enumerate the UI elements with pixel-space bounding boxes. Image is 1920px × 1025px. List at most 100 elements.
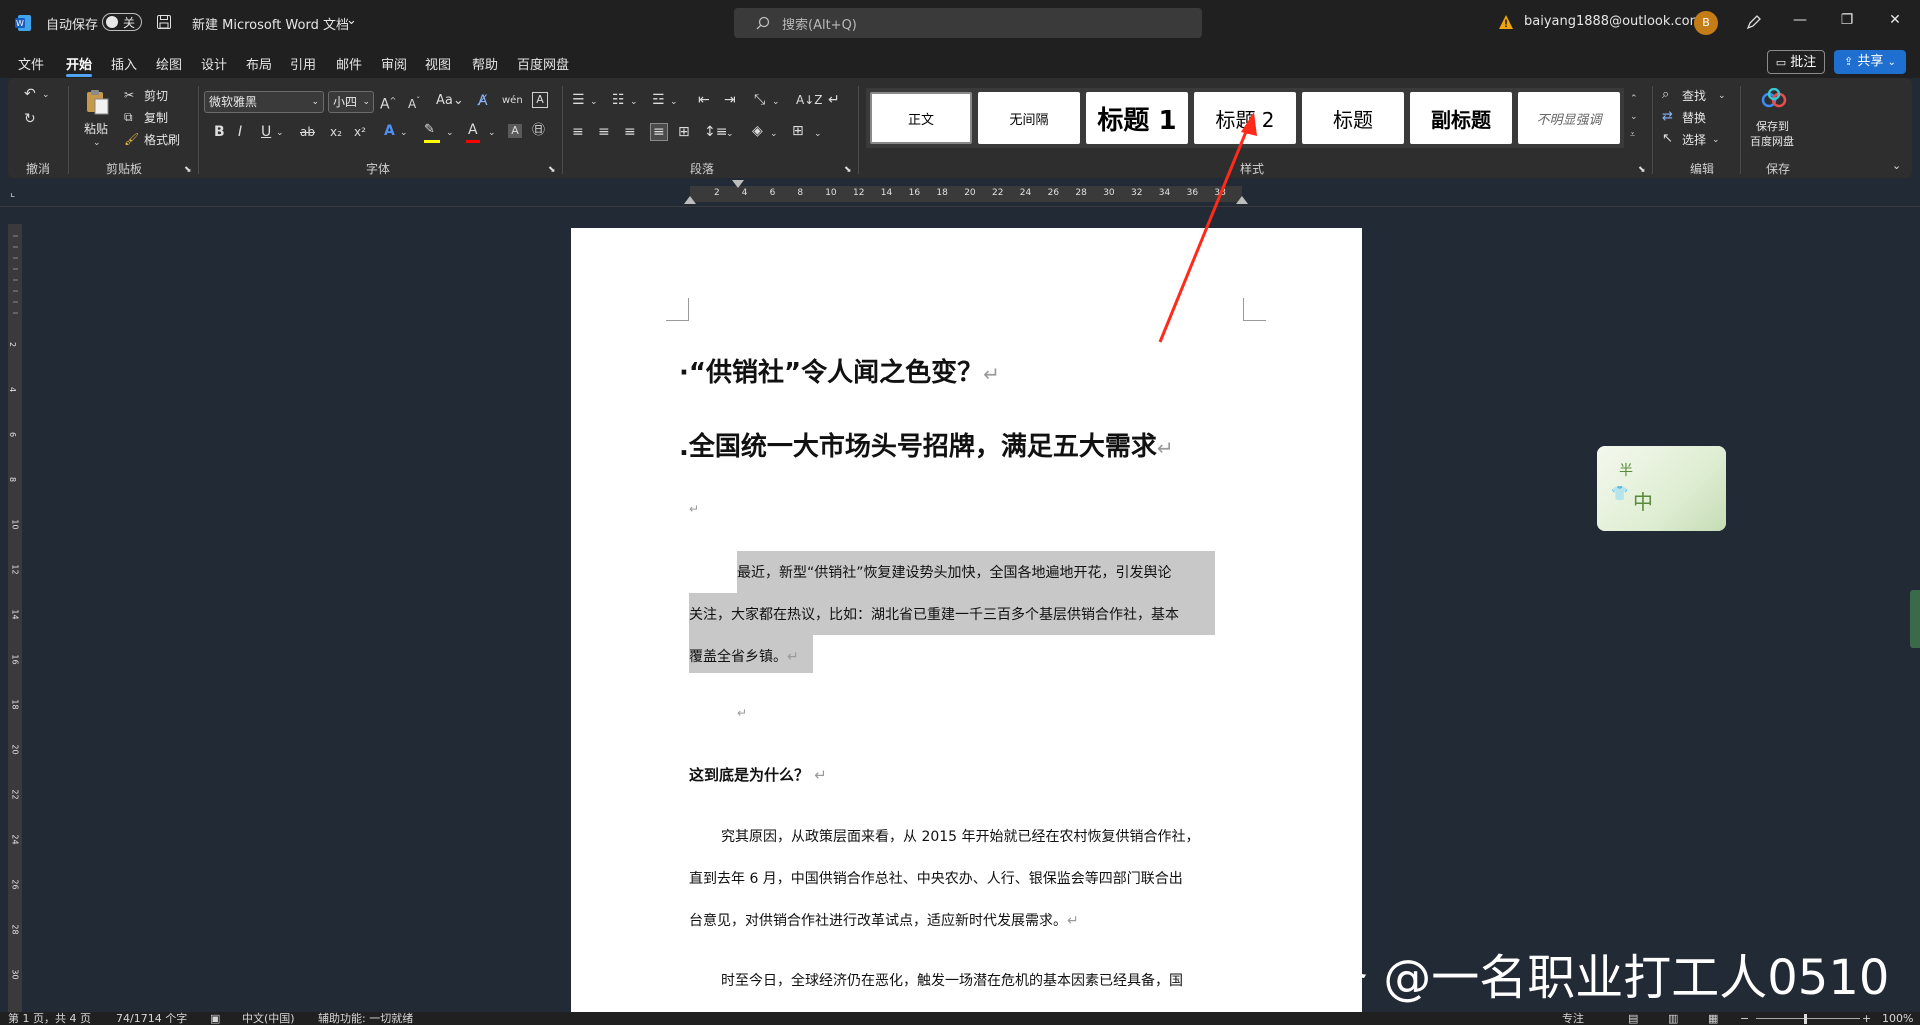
accessibility-status[interactable]: 辅助功能: 一切就绪: [318, 1012, 413, 1025]
distributed-icon[interactable]: ⊞: [678, 124, 690, 140]
strikethrough-icon[interactable]: ab: [300, 124, 315, 140]
tab-mailings[interactable]: 邮件: [336, 54, 362, 73]
tab-insert[interactable]: 插入: [111, 54, 137, 73]
superscript-icon[interactable]: x²: [354, 124, 366, 140]
language-indicator[interactable]: 中文(中国): [242, 1012, 295, 1025]
cut-icon[interactable]: ✂: [124, 87, 134, 103]
chinese-layout-dropdown-icon[interactable]: ⌄: [772, 94, 780, 110]
zoom-slider[interactable]: [1756, 1018, 1860, 1019]
highlight-dropdown-icon[interactable]: ⌄: [446, 125, 454, 141]
line-spacing-icon[interactable]: ↕≡: [704, 124, 727, 140]
cut-button[interactable]: 剪切: [144, 87, 168, 104]
grow-font-icon[interactable]: A^: [380, 93, 396, 113]
replace-icon[interactable]: ⇄: [1662, 109, 1673, 125]
show-marks-icon[interactable]: ↵: [828, 92, 840, 108]
style-no-spacing[interactable]: 无间隔: [978, 92, 1080, 144]
bullets-dropdown-icon[interactable]: ⌄: [590, 94, 598, 110]
collapse-ribbon-icon[interactable]: ⌄: [1892, 158, 1901, 174]
clear-formatting-icon[interactable]: A̸: [478, 93, 488, 109]
tab-baidu-netdisk[interactable]: 百度网盘: [517, 54, 569, 73]
question-heading[interactable]: 这到底是为什么？ ↵: [689, 764, 827, 785]
numbering-icon[interactable]: ☷: [612, 92, 625, 108]
save-to-baidu-line1[interactable]: 保存到: [1756, 118, 1789, 134]
pen-icon[interactable]: [1745, 13, 1763, 35]
dialog-launcher-icon[interactable]: ⬊: [184, 162, 192, 178]
paste-dropdown-icon[interactable]: ⌄: [93, 135, 101, 151]
line-spacing-dropdown-icon[interactable]: ⌄: [726, 126, 734, 142]
underline-icon[interactable]: U: [261, 124, 271, 140]
borders-icon[interactable]: ⊞: [792, 123, 804, 139]
replace-button[interactable]: 替换: [1682, 109, 1706, 126]
undo-dropdown-icon[interactable]: ⌄: [42, 87, 50, 103]
bullets-icon[interactable]: ☰: [572, 92, 585, 108]
web-layout-icon[interactable]: ▦: [1708, 1012, 1718, 1025]
select-button[interactable]: 选择: [1682, 131, 1706, 148]
tab-view[interactable]: 视图: [425, 54, 451, 73]
document-title[interactable]: 新建 Microsoft Word 文档: [192, 14, 349, 33]
style-subtitle[interactable]: 副标题: [1410, 92, 1512, 144]
select-icon[interactable]: ↖: [1662, 131, 1673, 147]
increase-indent-icon[interactable]: ⇥: [724, 92, 736, 108]
account-email[interactable]: baiyang1888@outlook.com: [1524, 14, 1702, 29]
select-dropdown-icon[interactable]: ⌄: [1712, 132, 1720, 148]
underline-dropdown-icon[interactable]: ⌄: [276, 125, 284, 141]
character-shading-icon[interactable]: A: [508, 124, 522, 138]
highlight-icon[interactable]: ✎: [424, 122, 435, 138]
baidu-netdisk-icon[interactable]: [1760, 87, 1788, 114]
zoom-in-icon[interactable]: +: [1862, 1012, 1871, 1025]
align-center-icon[interactable]: ≡: [598, 124, 610, 140]
focus-mode[interactable]: 专注: [1562, 1012, 1584, 1025]
sort-icon[interactable]: A↓Z: [796, 92, 822, 108]
enclose-characters-icon[interactable]: ㊐: [532, 123, 545, 139]
page-count[interactable]: 第 1 页，共 4 页: [8, 1012, 91, 1025]
heading-1[interactable]: ·“供销社”令人闻之色变？↵: [679, 352, 1000, 389]
font-size-combo[interactable]: 小四 ⌄: [328, 91, 374, 113]
font-name-combo[interactable]: 微软雅黑 ⌄: [204, 91, 324, 113]
paragraph-1-line-2[interactable]: 关注，大家都在热议，比如：湖北省已重建一千三百多个基层供销合作社，基本: [689, 604, 1179, 624]
styles-scroll[interactable]: ⌃ ⌄ ⩡: [1630, 90, 1642, 148]
paragraph-2-line-2[interactable]: 直到去年 6 月，中国供销合作总社、中央农办、人行、银保监会等四部门联合出: [689, 868, 1183, 888]
zoom-out-icon[interactable]: −: [1740, 1012, 1749, 1025]
redo-icon[interactable]: ↻: [24, 111, 36, 127]
zoom-level[interactable]: 100%: [1882, 1012, 1913, 1025]
font-dialog-launcher-icon[interactable]: ⬊: [548, 162, 556, 178]
warning-icon[interactable]: [1498, 14, 1514, 34]
paragraph-2-line-3[interactable]: 台意见，对供销合作社进行改革试点，适应新时代发展需求。↵: [689, 910, 1079, 930]
format-painter-button[interactable]: 格式刷: [144, 131, 180, 148]
left-indent-marker[interactable]: [684, 196, 696, 204]
comment-button[interactable]: ▭ 批注: [1767, 50, 1825, 74]
first-line-indent-marker[interactable]: [732, 180, 744, 188]
character-border-icon[interactable]: A: [532, 92, 548, 108]
shading-icon[interactable]: ◈: [752, 123, 763, 139]
save-icon[interactable]: [156, 14, 172, 30]
zoom-slider-thumb[interactable]: [1804, 1014, 1807, 1024]
search-box[interactable]: 搜索(Alt+Q): [734, 8, 1202, 38]
styles-dialog-launcher-icon[interactable]: ⬊: [1638, 162, 1646, 178]
save-to-baidu-line2[interactable]: 百度网盘: [1750, 133, 1794, 149]
undo-icon[interactable]: ↶: [24, 86, 36, 102]
text-effects-icon[interactable]: A: [384, 123, 395, 139]
word-count[interactable]: 74/1714 个字: [116, 1012, 187, 1025]
subscript-icon[interactable]: x₂: [330, 124, 342, 140]
style-normal[interactable]: 正文: [870, 92, 972, 144]
avatar[interactable]: B: [1694, 11, 1718, 35]
style-title[interactable]: 标题: [1302, 92, 1404, 144]
shrink-font-icon[interactable]: Aˇ: [408, 93, 420, 112]
paragraph-1-line-1[interactable]: 最近，新型“供销社”恢复建设势头加快，全国各地遍地开花，引发舆论: [737, 562, 1172, 582]
copy-button[interactable]: 复制: [144, 109, 168, 126]
multilevel-dropdown-icon[interactable]: ⌄: [670, 94, 678, 110]
read-mode-icon[interactable]: ▤: [1628, 1012, 1638, 1025]
multilevel-list-icon[interactable]: ☲: [652, 92, 665, 108]
italic-icon[interactable]: I: [238, 124, 242, 140]
tab-design[interactable]: 设计: [201, 54, 227, 73]
align-right-icon[interactable]: ≡: [624, 124, 636, 140]
tab-selector-icon[interactable]: ⌞: [10, 186, 15, 199]
restore-icon[interactable]: ❐: [1832, 12, 1862, 28]
copy-icon[interactable]: ⧉: [124, 109, 133, 125]
borders-dropdown-icon[interactable]: ⌄: [814, 126, 822, 142]
find-dropdown-icon[interactable]: ⌄: [1718, 88, 1726, 104]
decrease-indent-icon[interactable]: ⇤: [698, 92, 710, 108]
chinese-layout-icon[interactable]: ⤡: [754, 92, 765, 108]
tab-review[interactable]: 审阅: [381, 54, 407, 73]
autosave-toggle[interactable]: 关: [102, 13, 142, 31]
